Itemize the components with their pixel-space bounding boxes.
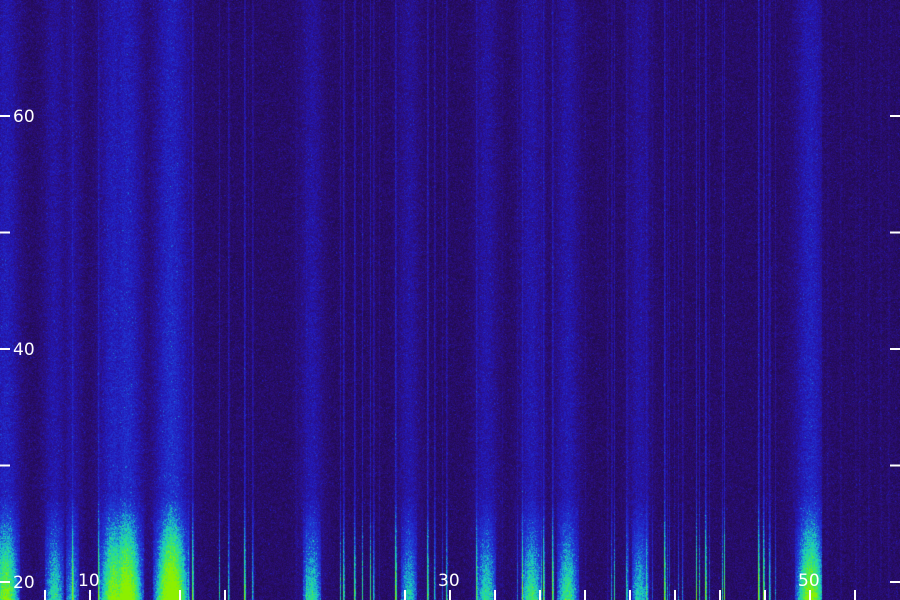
y-tick-label-40: 40	[13, 340, 35, 360]
spectrogram-chart: 20 40 60 10 30 50	[0, 0, 900, 600]
axes-overlay: 20 40 60 10 30 50	[0, 107, 900, 600]
y-axis-ticks: 20 40 60	[0, 107, 900, 593]
x-tick-label-50: 50	[798, 571, 820, 591]
y-tick-label-20: 20	[13, 573, 35, 593]
x-tick-label-10: 10	[78, 571, 100, 591]
x-axis-ticks: 10 30 50	[44, 571, 856, 600]
y-tick-label-60: 60	[13, 107, 35, 127]
x-tick-label-30: 30	[438, 571, 460, 591]
